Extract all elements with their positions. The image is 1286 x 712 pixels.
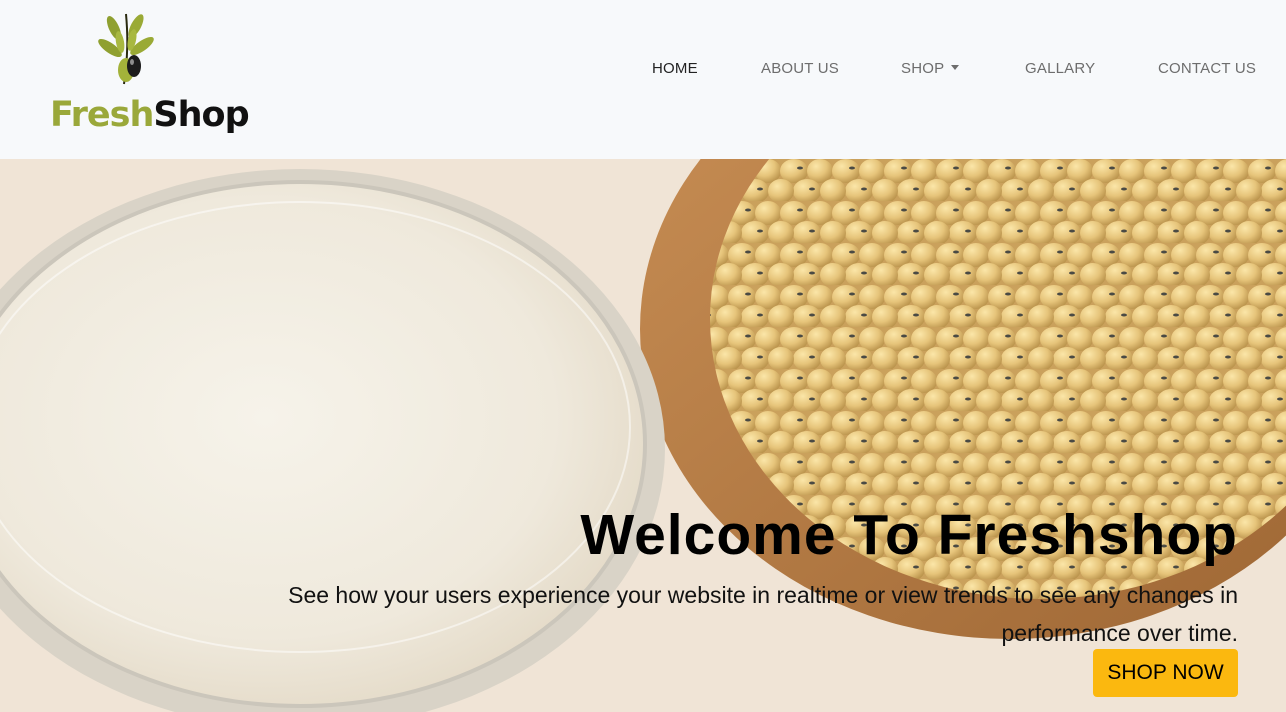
logo-text-fresh: Fresh <box>50 95 154 135</box>
nav-shop-dropdown[interactable]: SHOP <box>901 60 960 77</box>
hero-subtitle: See how your users experience your websi… <box>288 582 1238 646</box>
main-nav: HOME ABOUT US SHOP GALLARY CONTACT US <box>0 60 1286 84</box>
olive-branch-logo-icon <box>98 13 154 85</box>
hero-banner: Welcome To Freshshop See how your users … <box>0 159 1286 712</box>
logo-wordmark: FreshShop <box>50 95 250 135</box>
top-navbar: FreshShop HOME ABOUT US SHOP GALLARY CON… <box>0 0 1286 159</box>
nav-contact-us[interactable]: CONTACT US <box>1158 60 1256 77</box>
shop-now-button[interactable]: SHOP NOW <box>1093 649 1238 697</box>
nav-home[interactable]: HOME <box>652 60 698 77</box>
hero-title: Welcome To Freshshop <box>580 503 1238 567</box>
caret-down-icon <box>951 64 960 70</box>
nav-shop-label: SHOP <box>901 60 945 77</box>
nav-gallary[interactable]: GALLARY <box>1025 60 1095 77</box>
nav-about-us[interactable]: ABOUT US <box>761 60 839 77</box>
logo-text-shop: Shop <box>153 95 249 135</box>
